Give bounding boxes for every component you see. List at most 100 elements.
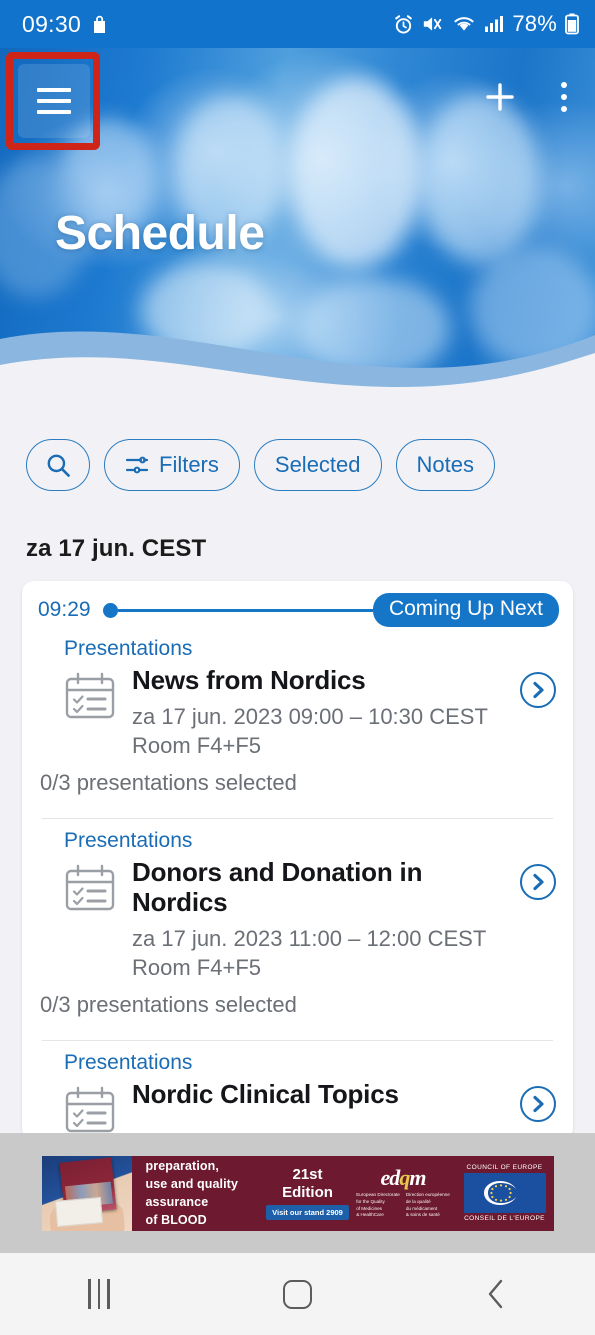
status-bar-right: 78%	[393, 11, 579, 37]
edqm-logo: edqm European Directorate for the Quality…	[351, 1156, 456, 1231]
notes-label: Notes	[416, 452, 474, 477]
edqm-wordmark: edqm	[380, 1164, 427, 1190]
ad-edition-block: 21st Edition Visit our stand 2909	[265, 1156, 351, 1231]
signal-icon	[485, 16, 504, 32]
chevron-right-circle-icon	[520, 672, 556, 708]
mute-vibrate-icon	[424, 17, 442, 31]
session-kicker: Presentations	[64, 637, 193, 660]
session-item[interactable]: Presentations News from Nordics za 17 ju…	[22, 627, 573, 796]
session-item[interactable]: Presentations Nordic Clinical Topics	[22, 1041, 573, 1140]
day-heading: za 17 jun. CEST	[26, 535, 207, 562]
battery-icon	[565, 13, 579, 35]
battery-percent: 78%	[512, 11, 557, 36]
ad-line-3: of BLOOD COMPONENTS	[145, 1213, 207, 1228]
council-of-europe-logo: COUNCIL OF EUROPE CONSEIL DE L'EUROPE	[456, 1156, 554, 1231]
coe-label-fr: CONSEIL DE L'EUROPE	[464, 1215, 545, 1222]
session-selected-count: 0/3 presentations selected	[40, 992, 297, 1018]
status-bar-left: 09:30	[22, 11, 108, 38]
coming-up-next-badge: Coming Up Next	[372, 593, 559, 627]
timeline-dot-icon	[102, 602, 118, 618]
notes-button[interactable]: Notes	[395, 439, 495, 491]
edqm-q-accent: q	[399, 1164, 410, 1190]
top-bar-actions	[475, 72, 581, 122]
chevron-right-circle-icon	[520, 863, 556, 900]
current-time-timeline: 09:29 Coming Up Next	[22, 581, 573, 627]
ad-banner[interactable]: Guide to the preparation, use and qualit…	[41, 1155, 554, 1231]
phone-screen: 09:30 78% Schedule Filters Selected Note…	[0, 0, 595, 1335]
ad-edition-number: 21st	[292, 1166, 323, 1183]
edqm-subtitle-en: European Directorate for the Quality of Me…	[356, 1191, 400, 1218]
chevron-right-circle-icon	[520, 1086, 556, 1123]
ad-line-2: use and quality assurance	[145, 1176, 238, 1209]
session-title: Nordic Clinical Topics	[132, 1079, 399, 1110]
session-body: Nordic Clinical Topics	[38, 1079, 557, 1140]
filters-label: Filters	[159, 452, 219, 477]
bag-icon	[94, 15, 106, 33]
ad-line-1: Guide to the preparation,	[145, 1158, 219, 1173]
session-title: News from Nordics	[132, 665, 366, 695]
ad-banner-container: Guide to the preparation, use and qualit…	[0, 1133, 595, 1253]
selected-button[interactable]: Selected	[253, 439, 382, 491]
edqm-subtitle-fr: Direction européenne de la qualité du médi…	[405, 1191, 450, 1218]
session-kicker: Presentations	[64, 1051, 193, 1075]
hamburger-menu-icon	[37, 88, 71, 114]
ad-envelope-shape	[54, 1196, 103, 1227]
session-text: News from Nordics za 17 jun. 2023 09:00 …	[132, 665, 503, 760]
add-button[interactable]	[475, 72, 525, 122]
sliders-icon	[125, 456, 149, 474]
status-clock: 09:30	[22, 10, 82, 37]
session-text: Donors and Donation in Nordics za 17 jun…	[132, 857, 503, 982]
session-text: Nordic Clinical Topics	[132, 1079, 503, 1116]
session-title: Donors and Donation in Nordics	[132, 856, 423, 918]
calendar-checklist-icon	[64, 863, 116, 918]
session-open-button[interactable]	[519, 671, 557, 714]
session-selected-count: 0/3 presentations selected	[40, 769, 297, 795]
coe-label-en: COUNCIL OF EUROPE	[466, 1164, 543, 1171]
android-nav-bar	[0, 1253, 595, 1335]
recents-button[interactable]	[39, 1264, 159, 1324]
status-bar: 09:30 78%	[0, 0, 595, 48]
main-content: Filters Selected Notes za 17 jun. CEST 0…	[0, 393, 595, 1141]
selected-label: Selected	[274, 452, 361, 477]
coe-flag	[463, 1173, 546, 1213]
session-kicker: Presentations	[64, 828, 193, 852]
session-body: News from Nordics za 17 jun. 2023 09:00 …	[38, 665, 557, 760]
ad-copy: Guide to the preparation, use and qualit…	[132, 1156, 265, 1231]
overflow-menu-button[interactable]	[547, 72, 581, 122]
timeline-line	[117, 608, 373, 612]
session-open-button[interactable]	[519, 1085, 557, 1128]
edqm-subtitle: European Directorate for the Quality of Me…	[356, 1192, 450, 1220]
home-button[interactable]	[237, 1264, 357, 1324]
filters-button[interactable]: Filters	[104, 439, 240, 491]
kebab-menu-icon	[561, 94, 567, 100]
alarm-icon	[395, 14, 413, 33]
session-open-button[interactable]	[519, 863, 557, 906]
session-room: Room F4+F5	[132, 955, 261, 981]
calendar-checklist-icon	[64, 671, 116, 726]
calendar-checklist-icon	[64, 1085, 116, 1140]
filter-toolbar: Filters Selected Notes	[0, 393, 595, 491]
kebab-menu-icon	[561, 106, 567, 112]
hero-wave-decoration	[0, 313, 595, 393]
ad-stand-button[interactable]: Visit our stand 2909	[266, 1205, 349, 1220]
ad-book-photo	[41, 1155, 132, 1231]
back-button[interactable]	[436, 1264, 556, 1324]
recents-icon	[88, 1279, 110, 1309]
hamburger-menu-button[interactable]	[18, 64, 90, 138]
page-title: Schedule	[55, 207, 265, 260]
kebab-menu-icon	[561, 82, 567, 88]
ad-edition-word: Edition	[282, 1184, 333, 1201]
back-icon	[488, 1279, 503, 1309]
schedule-card: 09:29 Coming Up Next Presentations News …	[22, 581, 573, 1141]
session-room: Room F4+F5	[132, 732, 261, 758]
home-icon	[282, 1279, 312, 1309]
wifi-icon	[454, 17, 474, 31]
session-datetime: za 17 jun. 2023 09:00 – 10:30 CEST	[132, 703, 488, 729]
plus-icon	[486, 83, 514, 111]
session-datetime: za 17 jun. 2023 11:00 – 12:00 CEST	[132, 926, 487, 952]
timeline-time: 09:29	[38, 598, 91, 621]
search-button[interactable]	[26, 439, 90, 491]
session-body: Donors and Donation in Nordics za 17 jun…	[38, 857, 557, 982]
session-item[interactable]: Presentations Donors and Donation in Nor…	[22, 819, 573, 1018]
search-icon	[47, 454, 70, 477]
